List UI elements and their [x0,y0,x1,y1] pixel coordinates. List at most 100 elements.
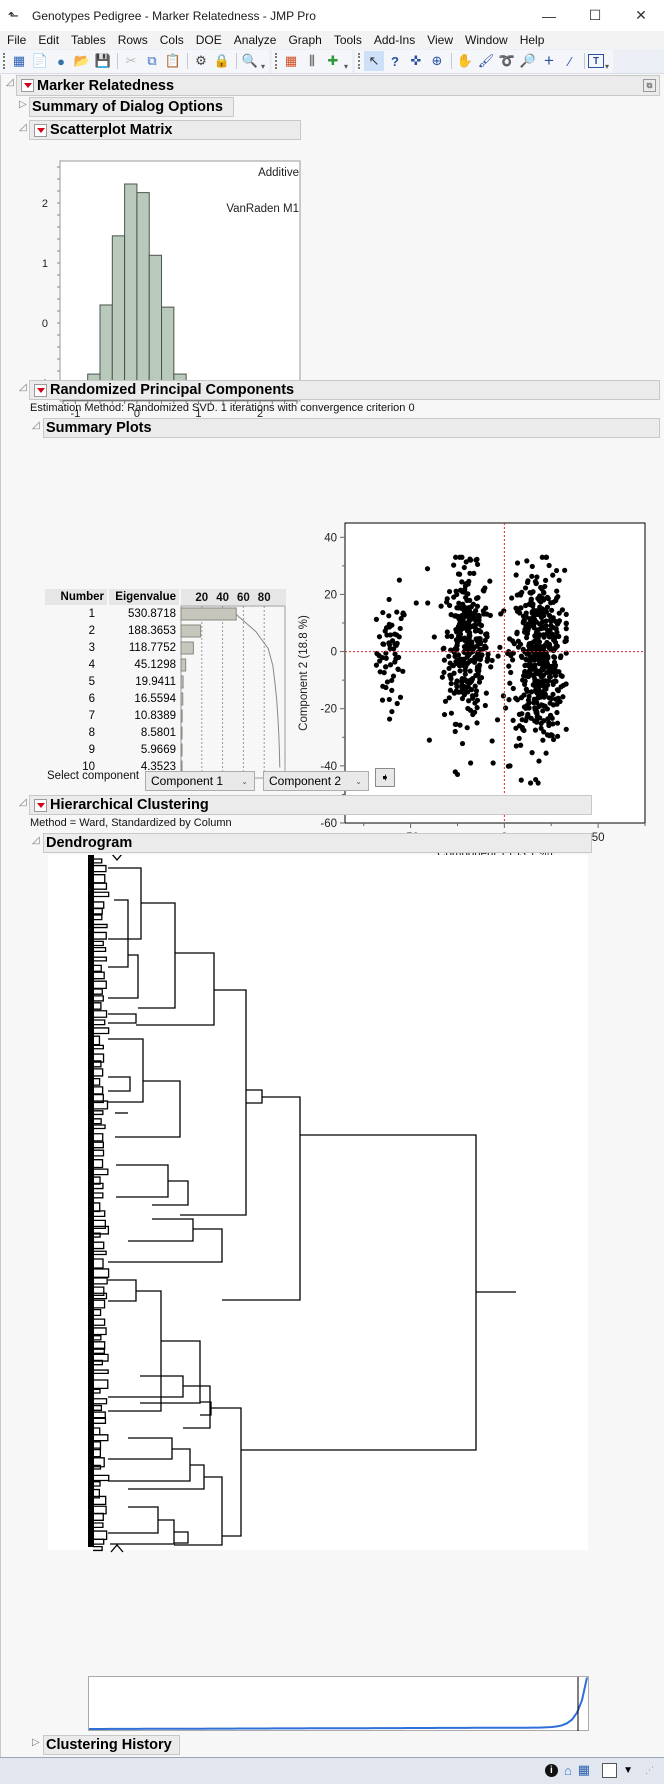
window-list-dropdown-icon[interactable]: ▼ [623,1765,633,1776]
scatter-point [464,597,470,603]
toolbar-grip[interactable] [3,53,6,69]
selection-tool-icon[interactable]: ✜ [406,51,426,71]
minimize-button[interactable]: — [526,0,572,31]
open-icon[interactable]: 📂 [72,51,92,71]
new-data-table-icon[interactable]: ▦ [9,51,29,71]
cut-icon[interactable]: ✂ [121,51,141,71]
menu-cols[interactable]: Cols [154,33,190,47]
close-button[interactable]: ✕ [618,0,664,31]
menu-file[interactable]: File [0,33,32,47]
toolbar-overflow-icon[interactable]: ▾ [344,62,352,71]
component-x-select[interactable]: Component 1 ⌄ [145,771,255,791]
scatter-point [563,621,569,627]
lasso-tool-icon[interactable]: ➰ [497,51,517,71]
menu-add-ins[interactable]: Add-Ins [368,33,421,47]
menu-rows[interactable]: Rows [112,33,154,47]
search-icon[interactable]: 🔍 [240,51,260,71]
scatter-point [396,634,402,640]
disclosure-hierarchical-clustering[interactable]: ◿ [19,797,27,808]
scatter-point [524,558,530,564]
disclosure-clustering-history[interactable]: ▷ [32,1737,40,1748]
component-y-value: Component 2 [269,774,342,788]
scatter-point [536,661,542,667]
disclosure-summary-plots[interactable]: ◿ [32,420,40,431]
scatter-point [533,680,539,686]
toolbar-overflow-icon[interactable]: ▾ [605,62,613,71]
menu-edit[interactable]: Edit [32,33,65,47]
scatter-point [457,624,463,630]
apply-component-button[interactable]: ➧ [375,768,395,787]
outline-summary-dialog-options[interactable]: Summary of Dialog Options [29,97,234,117]
menu-tables[interactable]: Tables [65,33,112,47]
table-icon[interactable]: ▦ [578,1762,590,1778]
scatter-point [383,664,389,670]
crosshair-tool-icon[interactable]: ⊕ [427,51,447,71]
red-triangle-menu[interactable] [21,79,34,92]
scatter-point [531,638,537,645]
disclosure-marker-relatedness[interactable]: ◿ [6,77,14,88]
crosshair-plus-icon[interactable]: + [539,51,559,71]
new-script-icon[interactable]: 📄 [30,51,50,71]
disclosure-rpc[interactable]: ◿ [19,382,27,393]
dendrogram-plot [48,855,588,1553]
report-options-icon[interactable]: ⧉ [643,79,656,92]
arrow-tool-icon[interactable]: ↖ [364,51,384,71]
data-grid-icon[interactable]: ▦ [281,51,301,71]
maximize-button[interactable]: ☐ [572,0,618,31]
menu-graph[interactable]: Graph [282,33,327,47]
play-arrow-icon: ➧ [380,772,390,784]
menu-tools[interactable]: Tools [328,33,368,47]
toolbar-group-file: ▦ 📄 ● 📂 💾 ✂ ⧉ 📋 ⚙ 🔒 🔍 ▾ [0,49,269,73]
toolbar-overflow-icon[interactable]: ▾ [261,62,269,71]
add-graphic-icon[interactable]: ✚ [323,51,343,71]
status-bar-icons: i ⌂ ▦ ▼ ⋰ [544,1762,654,1778]
toolbar-grip[interactable] [358,53,361,69]
red-triangle-menu[interactable] [34,123,47,137]
component-y-select[interactable]: Component 2 ⌄ [263,771,369,791]
scatter-point [383,625,390,631]
scatter-point [446,695,452,701]
settings-icon[interactable]: ⚙ [191,51,211,71]
outline-clustering-history[interactable]: Clustering History [43,1735,180,1755]
annotate-tool-icon[interactable]: T [588,54,604,68]
toolbar-grip[interactable] [275,53,278,69]
menu-window[interactable]: Window [459,33,514,47]
paste-icon[interactable]: 📋 [163,51,183,71]
scatter-point [373,662,380,668]
window-list-icon[interactable] [602,1762,618,1778]
scatter-point [440,646,446,652]
line-tool-icon[interactable]: ⁄ [560,51,580,71]
disclosure-scatterplot-matrix[interactable]: ◿ [19,122,27,133]
scatter-point [509,595,515,601]
scatter-point [472,683,478,689]
scatter-point [552,618,559,625]
python-icon[interactable]: ● [51,51,71,71]
column-switcher-icon[interactable]: ⫼ [302,51,322,71]
info-icon[interactable]: i [544,1763,558,1777]
menu-analyze[interactable]: Analyze [228,33,283,47]
disclosure-dendrogram[interactable]: ◿ [32,835,40,846]
red-triangle-menu[interactable] [34,383,47,397]
menu-doe[interactable]: DOE [190,33,228,47]
scatter-point [392,651,398,657]
toolbar-group-tools: ↖ ? ✜ ⊕ ✋ 🖌 ➰ 🔎 + ⁄ T ▾ [355,49,613,73]
home-icon[interactable]: ⌂ [564,1763,572,1778]
copy-icon[interactable]: ⧉ [142,51,162,71]
hand-tool-icon[interactable]: ✋ [455,51,475,71]
save-icon[interactable]: 💾 [93,51,113,71]
red-triangle-menu[interactable] [34,798,47,812]
magnifier-tool-icon[interactable]: 🔎 [518,51,538,71]
disclosure-summary-dialog[interactable]: ▷ [19,99,27,110]
lock-icon[interactable]: 🔒 [212,51,232,71]
scatter-point [474,705,480,711]
help-tool-icon[interactable]: ? [385,51,405,71]
scatter-point [529,665,536,672]
menu-help[interactable]: Help [514,33,551,47]
resize-grip-icon[interactable]: ⋰ [645,1765,654,1776]
y-tick-label: -20 [320,704,337,716]
scatter-point [540,708,546,714]
scatter-point [546,722,552,729]
menu-view[interactable]: View [421,33,459,47]
scatter-point [526,705,532,711]
brush-tool-icon[interactable]: 🖌 [476,51,496,71]
